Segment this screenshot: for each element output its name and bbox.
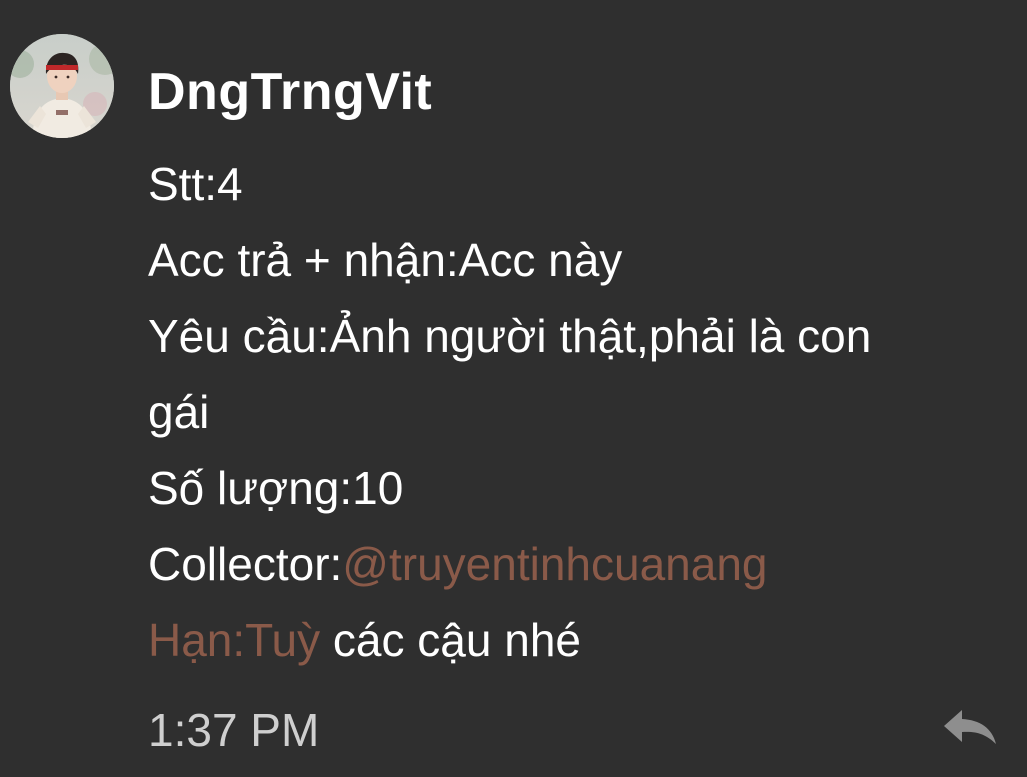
message-line-soluong: Số lượng:10 (148, 462, 404, 514)
han-text: các cậu nhé (320, 614, 581, 666)
message-line-han: Hạn:Tuỳ các cậu nhé (148, 602, 1018, 678)
message-body: Stt:4 Acc trả + nhận:Acc này Yêu cầu:Ảnh… (148, 146, 1018, 678)
message-timestamp: 1:37 PM (148, 704, 320, 756)
collector-label: Collector: (148, 538, 343, 590)
message-line-acc: Acc trả + nhận:Acc này (148, 234, 623, 286)
author-avatar[interactable] (10, 34, 114, 138)
reply-arrow-icon[interactable] (940, 704, 1000, 748)
message-line-collector: Collector:@truyentinhcuanang (148, 526, 1018, 602)
author-name[interactable]: DngTrngVit (148, 60, 432, 124)
message-line-stt: Stt:4 (148, 158, 243, 210)
han-label: Hạn:Tuỳ (148, 614, 321, 666)
message-line-yeucau-cont: gái (148, 386, 210, 438)
message-line-yeucau: Yêu cầu:Ảnh người thật,phải là con (148, 310, 872, 362)
chat-message: DngTrngVit Stt:4 Acc trả + nhận:Acc này … (0, 0, 1027, 777)
collector-mention-link[interactable]: @truyentinhcuanang (342, 538, 767, 590)
